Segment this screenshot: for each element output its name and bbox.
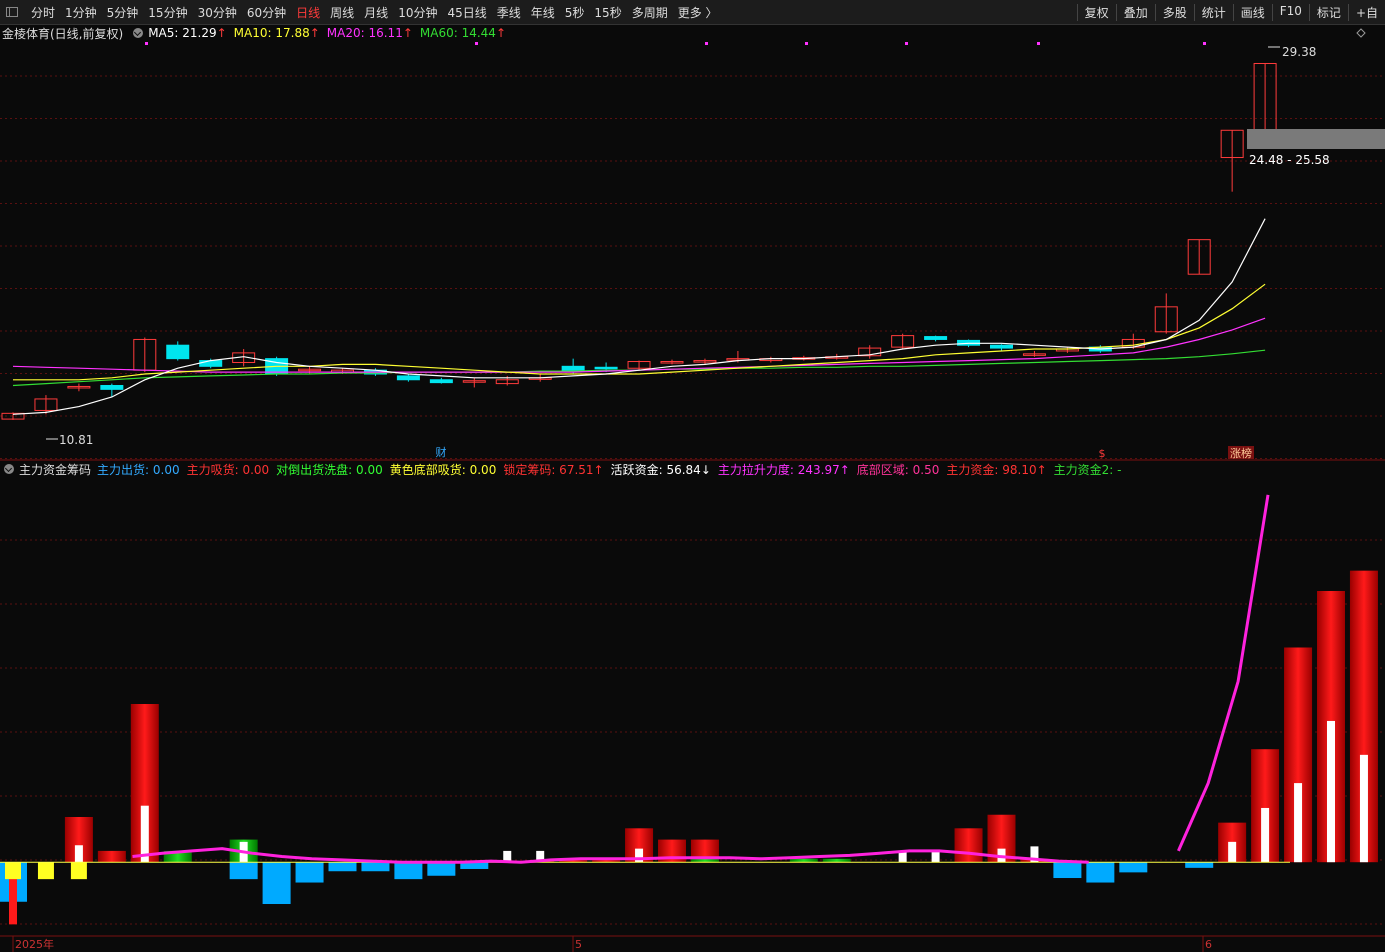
candle-body xyxy=(990,344,1013,349)
candle-body xyxy=(396,375,420,381)
active-fund-bar xyxy=(1228,841,1237,863)
zt-marker: 涨榜 xyxy=(1230,446,1252,460)
candle-body xyxy=(594,366,618,370)
low-label: 10.81 xyxy=(59,433,93,447)
candle-body xyxy=(100,385,124,390)
outflow-bar xyxy=(1086,862,1115,883)
active-fund-bar xyxy=(1327,720,1335,863)
outflow-bar xyxy=(427,862,456,876)
x-axis-label-2: 6 xyxy=(1205,938,1212,951)
x-axis-label-1: 5 xyxy=(575,938,582,951)
kline-chart[interactable]: 24.48 - 25.58 29.38 10.81 财 $ 涨榜 2025年 5 6 xyxy=(0,0,1385,952)
candle-body xyxy=(924,336,948,340)
yellow-bar xyxy=(5,862,21,880)
active-fund-bar xyxy=(1294,783,1303,863)
range-label: 24.48 - 25.58 xyxy=(1249,153,1330,167)
signal-dot xyxy=(145,42,148,45)
outflow-bar xyxy=(394,862,423,880)
candle-body xyxy=(166,344,190,360)
signal-dot xyxy=(1037,42,1040,45)
yellow-bar xyxy=(37,862,54,880)
signal-dot xyxy=(475,42,478,45)
active-fund-bar xyxy=(1359,754,1368,863)
signal-dot xyxy=(805,42,808,45)
wash-bar xyxy=(822,858,851,863)
active-fund-bar xyxy=(931,850,940,863)
wash-bar xyxy=(789,858,818,863)
outflow-bar xyxy=(328,862,357,872)
signal-dot xyxy=(705,42,708,45)
active-fund-bar xyxy=(74,845,83,863)
active-fund-bar xyxy=(1261,807,1270,863)
cai-marker: 财 xyxy=(436,445,447,459)
outflow-bar xyxy=(295,862,324,883)
outflow-bar xyxy=(1053,862,1082,879)
pull-up-strength-line xyxy=(132,494,1270,864)
high-label: 29.38 xyxy=(1282,45,1316,59)
inflow-bar xyxy=(97,850,126,863)
ma5-line xyxy=(12,218,1266,415)
candle-body xyxy=(199,360,223,367)
candle-body xyxy=(561,365,585,371)
price-range-box xyxy=(1247,129,1385,149)
outflow-bar xyxy=(361,862,390,872)
signal-dot xyxy=(905,42,908,45)
outflow-bar xyxy=(262,862,291,905)
outflow-bar xyxy=(1119,862,1148,873)
inflow-bar xyxy=(954,828,983,863)
outflow-bar xyxy=(229,862,258,880)
outflow-bar xyxy=(1185,862,1214,868)
diamond-icon xyxy=(1356,28,1366,38)
yellow-bar xyxy=(70,862,87,880)
signal-dot xyxy=(1203,42,1206,45)
wash-bar xyxy=(690,858,719,863)
candle-body xyxy=(429,379,453,384)
dollar-marker: $ xyxy=(1099,447,1106,460)
x-axis-label-0: 2025年 xyxy=(15,937,54,951)
